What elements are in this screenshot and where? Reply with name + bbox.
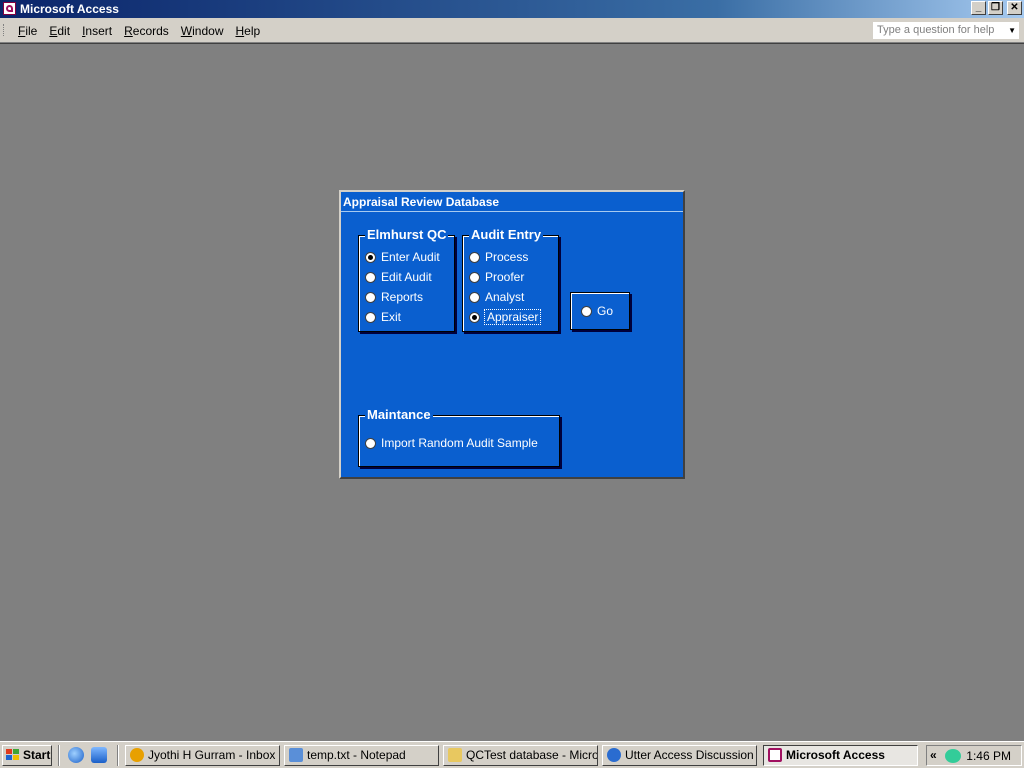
group-legend: Maintance [365,407,433,422]
taskbar: Start Jyothi H Gurram - Inbox - ... temp… [0,741,1024,768]
radio-checked-icon[interactable] [365,252,376,264]
task-utter-access[interactable]: Utter Access Discussion ... [602,745,757,766]
minimize-button[interactable]: _ [971,1,986,15]
option-label: Enter Audit [381,250,440,264]
folder-icon [448,748,462,762]
option-reports[interactable]: Reports [365,290,423,304]
option-label: Exit [381,310,402,324]
menu-label: indow [192,24,224,38]
audit-entry-group: Audit Entry Process Proofer Analyst Appr… [462,227,559,332]
radio-icon[interactable] [365,312,376,324]
option-label: Appraiser [483,309,542,325]
notepad-icon [289,748,303,762]
task-label: QCTest database - Micro... [466,748,598,762]
radio-checked-icon[interactable] [469,312,480,324]
option-label: Edit Audit [381,270,432,284]
task-qctest-database[interactable]: QCTest database - Micro... [443,745,598,766]
toolbar-grip-handle[interactable] [3,24,7,36]
menu-label: elp [244,24,261,38]
appraisal-form-window: Appraisal Review Database Elmhurst QC En… [339,190,685,479]
menu-accel-key: R [124,24,133,38]
go-group: Go [570,292,630,330]
outlook-quicklaunch-icon[interactable] [91,747,107,763]
chevron-down-icon[interactable]: ▼ [1008,22,1016,39]
task-microsoft-access[interactable]: Microsoft Access [763,745,918,766]
menu-accel-key: W [180,24,193,38]
menu-accel-key: H [235,24,245,38]
elmhurst-qc-group: Elmhurst QC Enter Audit Edit Audit Repor… [358,227,455,332]
menu-edit[interactable]: Edit [43,24,76,38]
option-label: Process [485,250,529,264]
option-process[interactable]: Process [469,250,528,264]
menu-file[interactable]: File [12,24,43,38]
maintance-group: Maintance Import Random Audit Sample [358,407,560,467]
radio-icon[interactable] [469,252,480,264]
menu-label: ecords [132,24,169,38]
option-label: Import Random Audit Sample [381,436,538,450]
ie-icon [607,748,621,762]
form-title: Appraisal Review Database [343,195,500,209]
menu-label: nsert [85,24,113,38]
window-controls: _ ❐ ✕ [971,1,1022,15]
group-legend: Elmhurst QC [365,227,449,242]
option-enter-audit[interactable]: Enter Audit [365,250,440,264]
menu-window[interactable]: Window [175,24,230,38]
option-go[interactable]: Go [581,304,613,318]
window-title-bar[interactable]: Microsoft Access _ ❐ ✕ [0,0,1024,18]
task-label: Jyothi H Gurram - Inbox - ... [148,748,279,762]
tray-expand-chevron-icon[interactable]: « [930,748,937,762]
menu-records[interactable]: Records [118,24,175,38]
option-label: Go [597,304,614,318]
menu-bar: File Edit Insert Records Window Help Typ… [0,18,1024,43]
task-label: temp.txt - Notepad [307,748,406,762]
task-label: Microsoft Access [786,748,885,762]
task-lotus-inbox[interactable]: Jyothi H Gurram - Inbox - ... [125,745,280,766]
window-title: Microsoft Access [20,2,119,16]
option-import-random-audit-sample[interactable]: Import Random Audit Sample [365,436,538,450]
help-placeholder-text: Type a question for help [877,24,995,36]
radio-icon[interactable] [365,438,376,450]
taskbar-separator [58,745,60,766]
option-label: Analyst [485,290,525,304]
option-exit[interactable]: Exit [365,310,401,324]
access-icon [768,748,782,762]
windows-logo-icon [6,749,20,761]
close-button[interactable]: ✕ [1007,1,1022,15]
option-analyst[interactable]: Analyst [469,290,524,304]
system-tray: « 1:46 PM [926,745,1022,766]
help-question-input[interactable]: Type a question for help ▼ [872,21,1020,40]
ie-quicklaunch-icon[interactable] [68,747,84,763]
radio-icon[interactable] [365,292,376,304]
menu-insert[interactable]: Insert [76,24,118,38]
start-button[interactable]: Start [2,745,52,766]
option-proofer[interactable]: Proofer [469,270,524,284]
menu-label: ile [25,24,38,38]
lotus-notes-icon [130,748,144,762]
option-label: Proofer [485,270,525,284]
radio-icon[interactable] [365,272,376,284]
access-app-icon[interactable] [3,2,16,15]
option-label: Reports [381,290,424,304]
restore-button[interactable]: ❐ [988,1,1003,15]
option-appraiser[interactable]: Appraiser [469,309,542,325]
radio-icon[interactable] [469,292,480,304]
start-label: Start [23,748,51,762]
task-notepad[interactable]: temp.txt - Notepad [284,745,439,766]
radio-icon[interactable] [581,306,592,318]
network-status-icon[interactable] [945,749,961,763]
radio-icon[interactable] [469,272,480,284]
task-label: Utter Access Discussion ... [625,748,757,762]
form-title-bar[interactable]: Appraisal Review Database [341,192,683,212]
clock[interactable]: 1:46 PM [966,749,1011,763]
menu-label: dit [57,24,71,38]
group-legend: Audit Entry [469,227,544,242]
taskbar-separator [117,745,119,766]
option-edit-audit[interactable]: Edit Audit [365,270,432,284]
menu-help[interactable]: Help [229,24,266,38]
